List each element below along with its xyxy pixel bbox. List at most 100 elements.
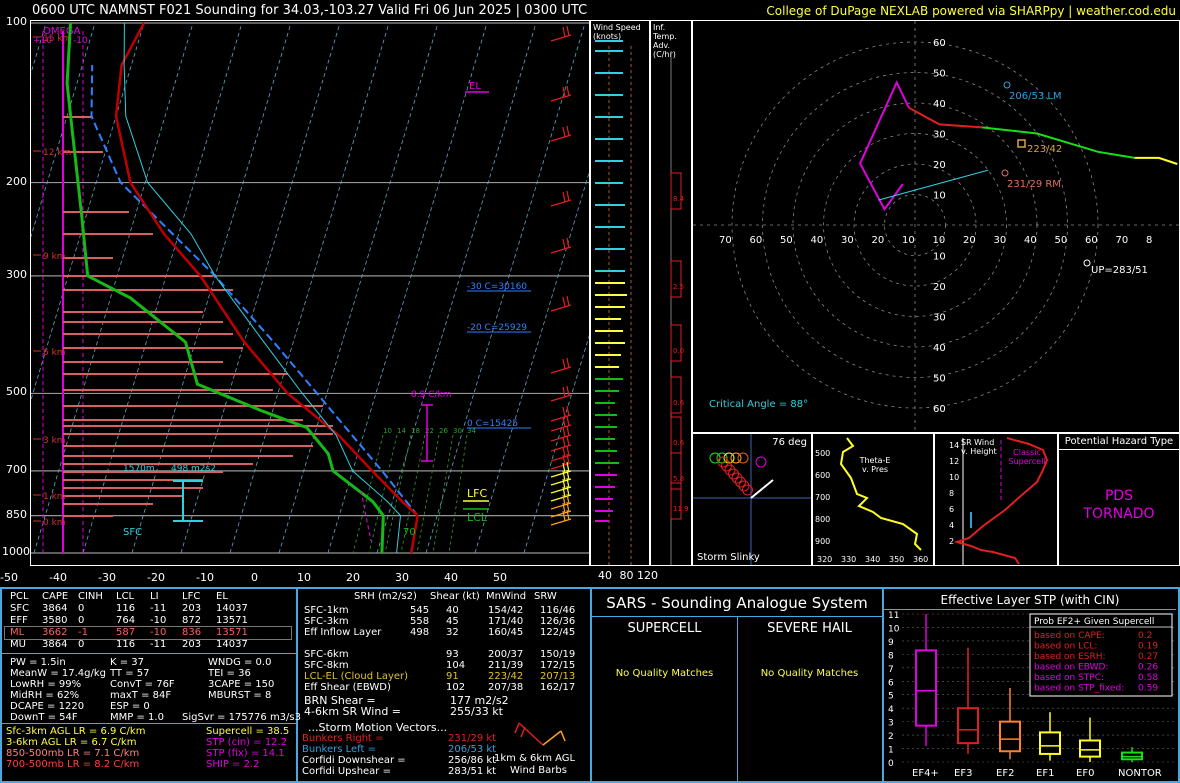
srw-46-label: 4-6km SR Wind = (304, 705, 402, 718)
theta-e-trace (839, 437, 922, 551)
kin-cell: SFC-8km (304, 660, 349, 671)
storm-motion-label: Bunkers Right = (302, 733, 384, 744)
pcl-cell: -11 (150, 603, 167, 614)
kin-cell: 150/19 (540, 649, 576, 660)
index-item: PW = 1.5in (10, 657, 66, 668)
kin-header: SRW (534, 591, 557, 602)
theta-xtick: 350 (889, 555, 904, 564)
pcl-cell: -11 (150, 639, 167, 650)
storm-motion-label: Bunkers Left = (302, 744, 376, 755)
height-label: 3 km (43, 436, 66, 446)
wind-barb (566, 357, 570, 369)
stp-ytick: 2 (888, 732, 894, 742)
kin-cell: 32 (446, 627, 459, 638)
kin-cell: 498 (410, 627, 430, 638)
storm-slinky-panel: 76 deg Storm Slinky (692, 433, 812, 566)
ta-box (670, 482, 682, 520)
kinematics-table: SRH (m2/s2) Shear (kt) MnWind SRW SFC-1km 545… (298, 591, 588, 701)
pressure-tick-500: 500 (6, 385, 27, 399)
up-label: UP=283/51 (1091, 265, 1148, 276)
theta-ytick: 700 (815, 493, 830, 502)
isotherm (229, 22, 390, 554)
sigsvr-value: SigSvr = 175776 m3/s3 (182, 712, 301, 723)
wind-barb (562, 191, 566, 203)
pcl-cell: EFF (10, 615, 28, 626)
hazard-value-line1: PDS (1104, 488, 1134, 504)
omega-bar (63, 495, 183, 497)
temp-advection-chart: 8.4 2.5 0.0 0.6 0.6 5.8 11.9 (670, 51, 689, 565)
wind-barb (550, 199, 572, 207)
hodo-ring-label: 40 (933, 343, 946, 354)
hodo-ring-label: 10 (933, 252, 946, 263)
hodo-xtick: 30 (994, 235, 1007, 246)
omega-bar (63, 425, 333, 427)
wind-barb (566, 425, 570, 437)
ta-box (670, 376, 682, 414)
barb-1km (514, 722, 520, 734)
pressure-tick-1000: 1000 (2, 545, 30, 558)
stp-ytick: 0 (888, 759, 894, 769)
stp-category: EF1 (1036, 768, 1054, 779)
isotherm (31, 22, 47, 75)
kin-cell: 104 (446, 660, 466, 671)
wind-barb (566, 25, 570, 37)
hodo-ring-label: 60 (933, 404, 946, 415)
stp-chart: 11109876543210EF4+ EF3 EF2 EF1 EF0 NONTORProb… (888, 611, 1176, 779)
omega-bar (63, 373, 288, 375)
omega-bar (63, 455, 293, 457)
ta-box (670, 416, 682, 454)
ta-value: 0.6 (673, 399, 685, 407)
temp-tick-50: 50 (493, 571, 507, 584)
pcl-cell: SFC (10, 603, 30, 614)
stp-category: EF0 (1076, 768, 1094, 779)
srw-ytick: 4 (949, 521, 954, 530)
temp-advection-panel: Inf. Temp. Adv.(C/hr) 8.4 2.5 0.0 0.6 0.6 5.8… (650, 20, 692, 566)
omega-bar (63, 361, 223, 363)
omega-bar (63, 311, 203, 313)
kin-cell: SFC-6km (304, 649, 349, 660)
hodo-ring-label: 30 (933, 313, 946, 324)
hodo-ring-label: 60 (933, 38, 946, 49)
wind-speed-chart (595, 40, 632, 565)
stp-ytick: 4 (888, 705, 894, 715)
stp-legend-value: 0.27 (1138, 652, 1158, 662)
sars-panel: SARS - Sounding Analogue System SUPERCEL… (592, 587, 884, 783)
storm-motion-label: Corfidi Upshear = (302, 766, 391, 777)
skewt-panel: 10 14 18 22 26 30 34 OMEGA +10 -10 15 km 12 km 9 km 6… (30, 20, 590, 566)
pcl-cell: 203 (182, 639, 202, 650)
wind-barb (562, 238, 566, 250)
pressure-tick-200: 200 (6, 174, 27, 188)
stp-ytick: 7 (888, 665, 894, 675)
sr-wind-annotation: Classic Supercell (1008, 448, 1046, 466)
barb-caption-2: Wind Barbs (510, 765, 567, 776)
ta-value: 8.4 (673, 195, 685, 203)
slinky-title: Storm Slinky (697, 552, 760, 563)
pcl-cell: MU (10, 639, 26, 650)
srw-ytick: 12 (949, 457, 959, 466)
pcl-cell: -10 (150, 615, 167, 626)
mixing-ratio-line (416, 434, 440, 554)
kin-cell: Eff Shear (EBWD) (304, 682, 391, 693)
srw-ytick: 14 (949, 441, 959, 450)
wind-barb (550, 34, 572, 42)
kin-cell: 45 (446, 616, 459, 627)
mixing-ratio-label: 10 (383, 427, 392, 435)
pcl-header: LFC (182, 591, 201, 602)
theta-e-title: Theta-E v. Pres (859, 456, 891, 474)
header-title: 0600 UTC NAMNST F021 Sounding for 34.03,… (32, 3, 588, 18)
temp-tick-10: 10 (297, 571, 311, 584)
kin-cell: 40 (446, 605, 459, 616)
index-item: K = 37 (110, 657, 145, 668)
mean-marker (1017, 139, 1026, 148)
wind-barb (562, 436, 566, 448)
hodo-ring-label: 10 (933, 191, 946, 202)
pcl-cell: 0 (78, 615, 85, 626)
kin-cell: 91 (446, 671, 459, 682)
pressure-tick-100: 100 (6, 15, 27, 28)
theta-xtick: 320 (817, 555, 832, 564)
kin-cell: 93 (446, 649, 459, 660)
stp-legend-value: 0.58 (1138, 673, 1158, 683)
omega-bar (63, 321, 223, 323)
pcl-cell: 764 (116, 615, 136, 626)
storm-motion-label: Corfidi Downshear = (302, 755, 406, 766)
